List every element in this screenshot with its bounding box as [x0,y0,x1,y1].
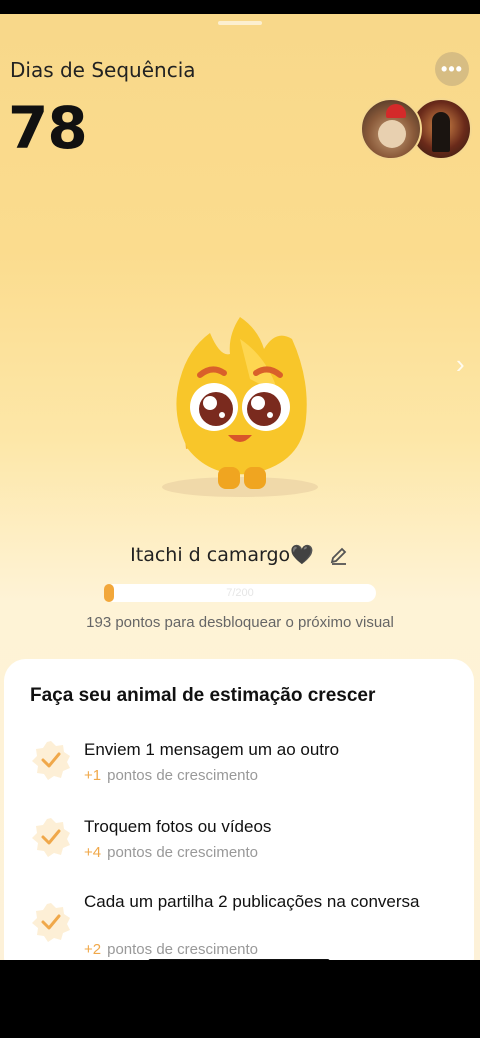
task-subtitle: +4 pontos de crescimento [84,844,258,861]
checkmark-icon [30,901,72,943]
task-item[interactable]: Enviem 1 mensagem um ao outro +1 pontos d… [30,739,460,799]
santa-hat-icon [386,104,406,118]
more-options-button[interactable]: ••• [435,52,469,86]
task-points: +4 [84,844,102,861]
growth-progress-text: 7/200 [226,587,254,599]
growth-tasks-card: Faça seu animal de estimação crescer Env… [4,659,474,960]
avatar-cat-face [378,120,406,148]
task-points-label: pontos de crescimento [107,941,259,958]
task-subtitle: +2 pontos de crescimento [84,941,258,958]
avatar-person-figure [432,112,450,152]
task-item[interactable]: Cada um partilha 2 publicações na conver… [30,891,460,960]
task-subtitle: +1 pontos de crescimento [84,767,258,784]
bottom-bezel [0,960,480,1038]
task-item[interactable]: Troquem fotos ou vídeos +4 pontos de cres… [30,816,460,876]
pet-mascot[interactable] [140,299,340,514]
streak-sheet: Dias de Sequência 78 ••• › Itachi d cama… [0,14,480,960]
task-title: Enviem 1 mensagem um ao outro [84,740,340,759]
streak-label: Dias de Sequência [10,58,196,82]
card-title: Faça seu animal de estimação crescer [30,685,376,706]
pet-name-row: Itachi d camargo🖤 [0,543,480,566]
more-horizontal-icon: ••• [441,58,463,79]
status-bar [0,0,480,14]
chevron-right-icon[interactable]: › [456,349,465,380]
task-points-label: pontos de crescimento [107,767,259,784]
task-points-label: pontos de crescimento [107,844,259,861]
growth-progress-bar: 7/200 [104,584,376,602]
progress-caption: 193 pontos para desbloquear o próximo vi… [86,614,394,631]
pet-name: Itachi d camargo🖤 [130,544,314,566]
task-points: +1 [84,767,102,784]
pencil-icon[interactable] [328,544,350,566]
checkmark-icon [30,739,72,781]
task-points: +2 [84,941,102,958]
task-title: Troquem fotos ou vídeos [84,817,272,836]
checkmark-icon [30,816,72,858]
task-title: Cada um partilha 2 publicações na conver… [84,892,420,911]
avatar[interactable] [360,98,422,160]
streak-count: 78 [8,94,88,162]
participants-avatars[interactable] [360,98,472,160]
sheet-grabber[interactable] [218,21,262,25]
